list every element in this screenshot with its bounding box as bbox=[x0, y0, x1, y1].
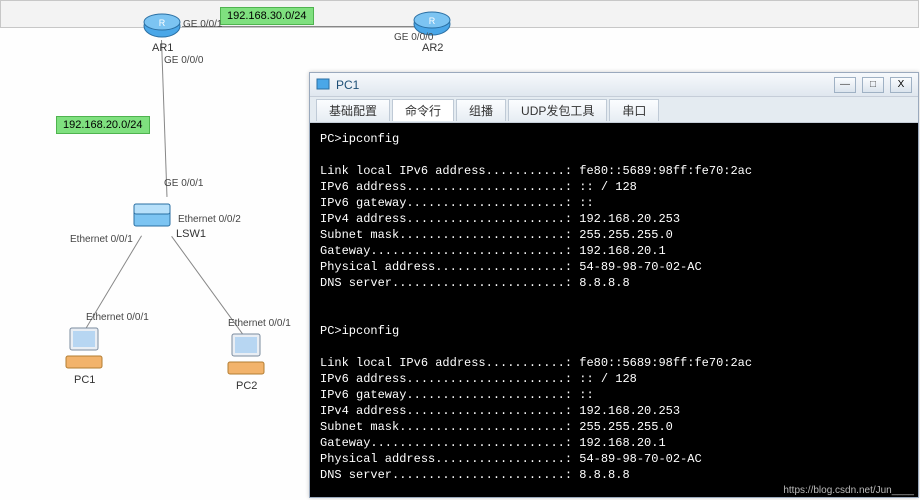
pc1-label: PC1 bbox=[74, 374, 95, 386]
ar2-label: AR2 bbox=[422, 42, 443, 54]
minimize-glyph: — bbox=[840, 79, 850, 90]
out-prompt2: PC>ipconfig bbox=[320, 324, 399, 338]
out-prompt1: PC>ipconfig bbox=[320, 132, 399, 146]
router-ar1[interactable]: R bbox=[142, 12, 182, 40]
out2-mac: Physical address..................: 54-8… bbox=[320, 452, 702, 466]
tab-label: 基础配置 bbox=[329, 102, 377, 119]
tab-label: 命令行 bbox=[405, 102, 441, 119]
link-lsw1-pc1 bbox=[79, 235, 142, 338]
tab-serial[interactable]: 串口 bbox=[609, 99, 659, 121]
pc2[interactable] bbox=[226, 332, 266, 378]
out2-v4a: IPv4 address......................: 192.… bbox=[320, 404, 680, 418]
tab-label: 串口 bbox=[622, 102, 646, 119]
out-mac: Physical address..................: 54-8… bbox=[320, 260, 702, 274]
out-v6g: IPv6 gateway......................: :: bbox=[320, 196, 594, 210]
out-dns: DNS server........................: 8.8.… bbox=[320, 276, 630, 290]
switch-lsw1[interactable] bbox=[130, 194, 174, 238]
pc2-port-label: Ethernet 0/0/1 bbox=[228, 318, 291, 329]
subnet-a: 192.168.30.0/24 bbox=[220, 7, 314, 25]
terminal-window[interactable]: PC1 — □ X 基础配置 命令行 组播 UDP发包工具 串口 PC>ipco… bbox=[309, 72, 919, 498]
close-glyph: X bbox=[898, 79, 905, 90]
terminal-titlebar[interactable]: PC1 — □ X bbox=[310, 73, 918, 97]
tab-udp-tool[interactable]: UDP发包工具 bbox=[508, 99, 607, 121]
subnet-b-text: 192.168.20.0/24 bbox=[63, 119, 143, 131]
maximize-glyph: □ bbox=[870, 79, 876, 90]
ar1-ge000-label: GE 0/0/0 bbox=[164, 55, 203, 66]
terminal-title: PC1 bbox=[336, 78, 828, 92]
pc2-label: PC2 bbox=[236, 380, 257, 392]
terminal-output[interactable]: PC>ipconfig Link local IPv6 address.....… bbox=[310, 123, 918, 497]
tab-label: UDP发包工具 bbox=[521, 102, 594, 119]
router-icon: R bbox=[142, 12, 182, 40]
app-icon bbox=[316, 78, 330, 92]
ar1-ge001-label: GE 0/0/1 bbox=[183, 19, 222, 30]
sw-e001-label: Ethernet 0/0/1 bbox=[70, 234, 133, 245]
ar1-label: AR1 bbox=[152, 42, 173, 54]
tab-multicast[interactable]: 组播 bbox=[456, 99, 506, 121]
watermark: https://blog.csdn.net/Jun____ bbox=[783, 485, 914, 496]
top-border bbox=[0, 0, 919, 28]
out2-mask: Subnet mask.......................: 255.… bbox=[320, 420, 673, 434]
sw-ge001-label: GE 0/0/1 bbox=[164, 178, 203, 189]
switch-icon bbox=[130, 194, 174, 238]
out-mask: Subnet mask.......................: 255.… bbox=[320, 228, 673, 242]
minimize-button[interactable]: — bbox=[834, 77, 856, 93]
out-ll6: Link local IPv6 address...........: fe80… bbox=[320, 164, 752, 178]
pc-icon bbox=[226, 332, 266, 378]
svg-text:R: R bbox=[429, 16, 436, 26]
pc-icon bbox=[64, 326, 104, 372]
out-v6a: IPv6 address......................: :: /… bbox=[320, 180, 637, 194]
terminal-tabbar: 基础配置 命令行 组播 UDP发包工具 串口 bbox=[310, 97, 918, 123]
close-button[interactable]: X bbox=[890, 77, 912, 93]
maximize-button[interactable]: □ bbox=[862, 77, 884, 93]
out2-v6a: IPv6 address......................: :: /… bbox=[320, 372, 637, 386]
out2-dns: DNS server........................: 8.8.… bbox=[320, 468, 630, 482]
svg-text:R: R bbox=[159, 18, 166, 28]
out-gw: Gateway...........................: 192.… bbox=[320, 244, 666, 258]
sw-e002-label: Ethernet 0/0/2 bbox=[178, 214, 241, 225]
subnet-b: 192.168.20.0/24 bbox=[56, 116, 150, 134]
ar2-ge000-label: GE 0/0/0 bbox=[394, 32, 433, 43]
out2-ll6: Link local IPv6 address...........: fe80… bbox=[320, 356, 752, 370]
pc1-port-label: Ethernet 0/0/1 bbox=[86, 312, 149, 323]
out2-gw: Gateway...........................: 192.… bbox=[320, 436, 666, 450]
out2-v6g: IPv6 gateway......................: :: bbox=[320, 388, 594, 402]
topology-canvas[interactable]: 192.168.30.0/24 192.168.20.0/24 R AR1 GE… bbox=[0, 0, 920, 500]
pc1[interactable] bbox=[64, 326, 104, 372]
lsw1-label: LSW1 bbox=[176, 228, 206, 240]
tab-label: 组播 bbox=[469, 102, 493, 119]
tab-basic-config[interactable]: 基础配置 bbox=[316, 99, 390, 121]
out-v4a: IPv4 address......................: 192.… bbox=[320, 212, 680, 226]
tab-cli[interactable]: 命令行 bbox=[392, 99, 454, 121]
subnet-a-text: 192.168.30.0/24 bbox=[227, 10, 307, 22]
